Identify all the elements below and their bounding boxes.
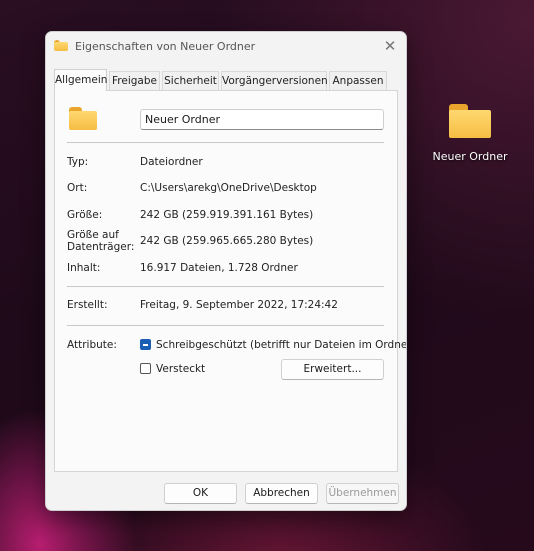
apply-button[interactable]: Übernehmen	[326, 483, 399, 504]
window-title: Eigenschaften von Neuer Ordner	[75, 40, 256, 53]
title-bar[interactable]: Eigenschaften von Neuer Ordner ✕	[46, 32, 406, 62]
desktop-folder-label: Neuer Ordner	[432, 150, 508, 163]
divider	[67, 325, 384, 326]
groesse-value: 242 GB (259.919.391.161 Bytes)	[140, 209, 314, 221]
typ-label: Typ:	[67, 156, 89, 168]
tab-anpassen[interactable]: Anpassen	[329, 71, 387, 90]
schreibgeschuetzt-checkbox[interactable]	[140, 339, 151, 350]
groesse-label: Größe:	[67, 209, 103, 221]
folder-name-input[interactable]	[140, 109, 384, 130]
tab-freigabe[interactable]: Freigabe	[109, 71, 160, 90]
divider	[67, 286, 384, 287]
cancel-button[interactable]: Abbrechen	[245, 483, 318, 504]
ok-button[interactable]: OK	[164, 483, 237, 504]
versteckt-checkbox[interactable]	[140, 363, 151, 374]
ort-value: C:\Users\arekg\OneDrive\Desktop	[140, 182, 317, 194]
desktop-folder-item[interactable]: Neuer Ordner	[428, 100, 512, 163]
groesse-datentraeger-value: 242 GB (259.965.665.280 Bytes)	[140, 235, 314, 247]
folder-icon	[54, 40, 68, 51]
erweitert-button[interactable]: Erweitert...	[281, 359, 384, 380]
schreibgeschuetzt-label[interactable]: Schreibgeschützt (betrifft nur Dateien i…	[156, 339, 406, 351]
groesse-datentraeger-label-line1: Größe auf	[67, 229, 119, 241]
folder-icon	[69, 107, 97, 130]
tab-allgemein[interactable]: Allgemein	[54, 69, 107, 91]
divider	[67, 142, 384, 143]
attribute-label: Attribute:	[67, 339, 117, 351]
ort-label: Ort:	[67, 182, 88, 194]
folder-icon	[449, 104, 491, 138]
tab-vorgaengerversionen[interactable]: Vorgängerversionen	[221, 71, 328, 90]
close-icon: ✕	[383, 37, 397, 55]
typ-value: Dateiordner	[140, 156, 203, 168]
properties-dialog: Eigenschaften von Neuer Ordner ✕ Allgeme…	[45, 31, 407, 511]
inhalt-label: Inhalt:	[67, 262, 101, 274]
erstellt-label: Erstellt:	[67, 299, 108, 311]
tab-sicherheit[interactable]: Sicherheit	[162, 71, 219, 90]
inhalt-value: 16.917 Dateien, 1.728 Ordner	[140, 262, 298, 274]
general-panel: Typ: Dateiordner Ort: C:\Users\arekg\One…	[54, 90, 406, 472]
close-button[interactable]: ✕	[376, 34, 404, 58]
erstellt-value: Freitag, 9. September 2022, 17:24:42	[140, 299, 338, 311]
versteckt-label[interactable]: Versteckt	[156, 363, 205, 375]
groesse-datentraeger-label-line2: Datenträger:	[67, 241, 135, 253]
